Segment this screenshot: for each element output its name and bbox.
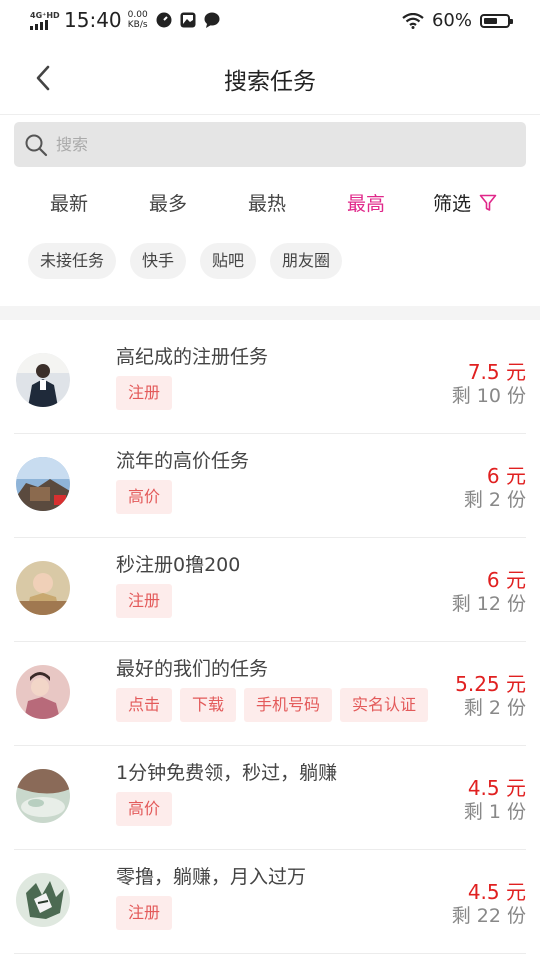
task-chip: 高价 [116, 792, 173, 826]
status-bar: 4G⁺HD 15:40 0.00 KB/s 60% [0, 0, 540, 42]
search-input[interactable] [56, 122, 496, 167]
category-tags: 未接任务 快手 贴吧 朋友圈 [28, 243, 343, 279]
task-remaining: 剩 2 份 [463, 489, 526, 511]
battery-fill [484, 17, 497, 24]
avatar [16, 873, 70, 927]
avatar [16, 665, 70, 719]
network-type: 4G⁺HD [30, 10, 60, 20]
funnel-icon [479, 194, 497, 211]
task-chips: 高价 [116, 480, 173, 514]
sort-tab-most[interactable]: 最多 [149, 189, 187, 216]
avatar [16, 457, 70, 511]
avatar [16, 561, 70, 615]
tag-unaccepted[interactable]: 未接任务 [28, 243, 117, 279]
task-row[interactable]: 1分钟免费领，秒过，躺赚 高价 4.5 元 剩 1 份 [14, 746, 526, 850]
task-chips: 注册 [116, 896, 173, 930]
avatar [16, 353, 70, 407]
task-row[interactable]: 最好的我们的任务 点击 下载 手机号码 实名认证 5.25 元 剩 2 份 [14, 642, 526, 746]
message-icon [204, 12, 220, 28]
task-remaining: 剩 22 份 [451, 905, 526, 927]
net-speed-unit: KB/s [127, 20, 148, 30]
task-chip: 注册 [116, 376, 173, 410]
task-title: 最好的我们的任务 [116, 658, 269, 680]
task-chips: 注册 [116, 376, 173, 410]
clock: 15:40 [64, 8, 122, 32]
task-chips: 注册 [116, 584, 173, 618]
task-remaining: 剩 12 份 [451, 593, 526, 615]
net-speed-value: 0.00 [127, 10, 148, 20]
task-chip: 注册 [116, 896, 173, 930]
app-header: 搜索任务 [0, 42, 540, 115]
section-divider [0, 306, 540, 320]
task-chip: 注册 [116, 584, 173, 618]
task-row[interactable]: 高纪成的注册任务 注册 7.5 元 剩 10 份 [14, 330, 526, 434]
task-list: 高纪成的注册任务 注册 7.5 元 剩 10 份 流年的高价任务 高价 6 元 … [0, 330, 540, 954]
battery-icon [480, 13, 513, 28]
task-remaining: 剩 1 份 [463, 801, 526, 823]
search-icon [25, 134, 48, 157]
task-title: 零撸，躺赚，月入过万 [116, 866, 307, 888]
net-speed: 0.00 KB/s [128, 10, 148, 30]
tag-moments[interactable]: 朋友圈 [270, 243, 343, 279]
page-title: 搜索任务 [224, 69, 316, 95]
search-bar[interactable] [14, 122, 526, 167]
task-row[interactable]: 流年的高价任务 高价 6 元 剩 2 份 [14, 434, 526, 538]
sort-tab-hottest[interactable]: 最热 [248, 189, 286, 216]
signal-group: 4G⁺HD [30, 10, 60, 30]
speedometer-icon [156, 12, 172, 28]
tag-kuaishou[interactable]: 快手 [130, 243, 187, 279]
task-chips: 点击 下载 手机号码 实名认证 [116, 688, 429, 722]
task-chip: 手机号码 [244, 688, 333, 722]
tag-tieba[interactable]: 贴吧 [200, 243, 257, 279]
task-title: 1分钟免费领，秒过，躺赚 [116, 762, 338, 784]
avatar [16, 769, 70, 823]
filter-label: 筛选 [433, 193, 472, 215]
task-chip: 点击 [116, 688, 173, 722]
status-right: 60% [402, 10, 513, 31]
task-chip: 下载 [180, 688, 237, 722]
task-chips: 高价 [116, 792, 173, 826]
filter-button[interactable]: 筛选 [433, 189, 497, 216]
task-title: 流年的高价任务 [116, 450, 250, 472]
task-chip: 实名认证 [340, 688, 429, 722]
sort-tab-highest[interactable]: 最高 [347, 189, 385, 216]
sort-tab-newest[interactable]: 最新 [50, 189, 88, 216]
task-title: 秒注册0撸200 [116, 554, 241, 576]
task-chip: 高价 [116, 480, 173, 514]
task-row[interactable]: 零撸，躺赚，月入过万 注册 4.5 元 剩 22 份 [14, 850, 526, 954]
sort-tabs: 最新 最多 最热 最高 筛选 [0, 189, 540, 219]
battery-percent: 60% [431, 10, 472, 31]
task-remaining: 剩 10 份 [451, 385, 526, 407]
status-left: 4G⁺HD 15:40 0.00 KB/s [30, 8, 220, 32]
task-title: 高纪成的注册任务 [116, 346, 269, 368]
signal-icon [30, 19, 58, 30]
task-remaining: 剩 2 份 [463, 697, 526, 719]
task-row[interactable]: 秒注册0撸200 注册 6 元 剩 12 份 [14, 538, 526, 642]
wifi-icon [402, 12, 424, 29]
gallery-icon [180, 12, 196, 28]
